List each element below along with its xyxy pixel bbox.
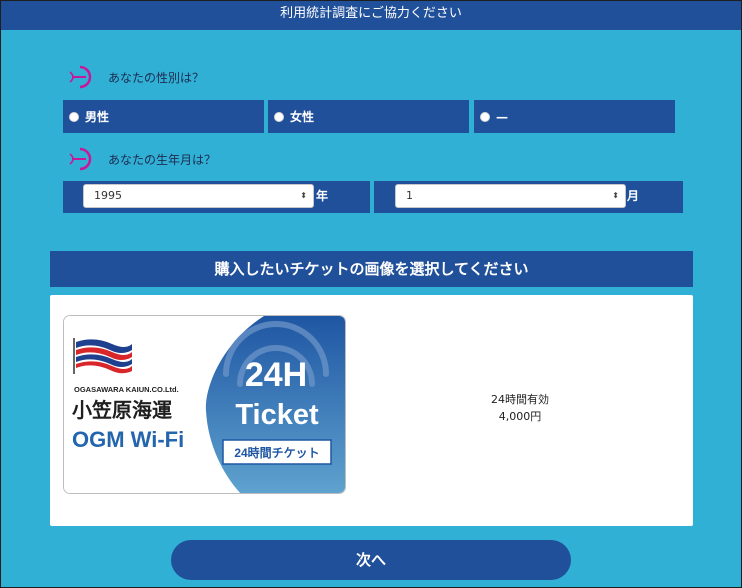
birth-year-value: 1995 — [94, 189, 122, 202]
next-button[interactable]: 次へ — [171, 540, 571, 580]
ticket-section-heading: 購入したいチケットの画像を選択してください — [50, 251, 693, 287]
gender-option-female[interactable]: 女性 — [268, 100, 469, 133]
gender-option-none[interactable]: — — [474, 100, 675, 133]
question-icon — [69, 147, 92, 171]
birth-month-unit: 月 — [627, 189, 640, 203]
birth-month-value: 1 — [406, 189, 413, 202]
survey-title-bar: 利用統計調査にご協力ください — [0, 0, 742, 30]
radio-icon[interactable] — [274, 111, 284, 122]
gender-option-label: — — [496, 109, 508, 124]
ticket-big-ticket: Ticket — [235, 399, 319, 431]
radio-icon[interactable] — [69, 111, 79, 122]
ticket-big-24h: 24H — [245, 356, 307, 394]
birth-month-row: 1 ⬍ 月 — [374, 181, 683, 213]
birth-year-unit: 年 — [316, 189, 329, 203]
ticket-company-en: OGASAWARA KAIUN.CO.Ltd. — [74, 385, 179, 394]
survey-title: 利用統計調査にご協力ください — [280, 6, 462, 21]
gender-question: あなたの性別は？ — [66, 64, 204, 90]
ticket-panel: OGASAWARA KAIUN.CO.Ltd. 小笠原海運 OGM Wi-Fi … — [50, 295, 693, 526]
gender-option-label: 男性 — [85, 110, 110, 124]
birth-question: あなたの生年月は？ — [66, 146, 216, 172]
question-icon — [69, 65, 92, 89]
ticket-info: 24時間有効 4,000円 — [470, 391, 570, 425]
birth-month-select[interactable]: 1 ⬍ — [395, 184, 626, 208]
select-caret-icon: ⬍ — [612, 191, 619, 200]
ticket-price: 4,000円 — [498, 410, 542, 423]
gender-option-label: 女性 — [290, 110, 315, 124]
radio-icon[interactable] — [480, 111, 490, 122]
ticket-image-24h[interactable]: OGASAWARA KAIUN.CO.Ltd. 小笠原海運 OGM Wi-Fi … — [63, 315, 346, 494]
birth-year-row: 1995 ⬍ 年 — [63, 181, 370, 213]
ticket-product: OGM Wi-Fi — [72, 427, 184, 452]
birth-year-select[interactable]: 1995 ⬍ — [83, 184, 314, 208]
gender-question-text: あなたの性別は？ — [108, 70, 205, 85]
gender-option-male[interactable]: 男性 — [63, 100, 264, 133]
birth-question-text: あなたの生年月は？ — [108, 152, 217, 167]
ticket-artwork[interactable]: OGASAWARA KAIUN.CO.Ltd. 小笠原海運 OGM Wi-Fi … — [64, 316, 346, 494]
select-caret-icon: ⬍ — [300, 191, 307, 200]
ticket-tag: 24時間チケット — [234, 445, 319, 460]
ticket-company-jp: 小笠原海運 — [72, 398, 172, 422]
ticket-validity: 24時間有効 — [491, 393, 549, 406]
